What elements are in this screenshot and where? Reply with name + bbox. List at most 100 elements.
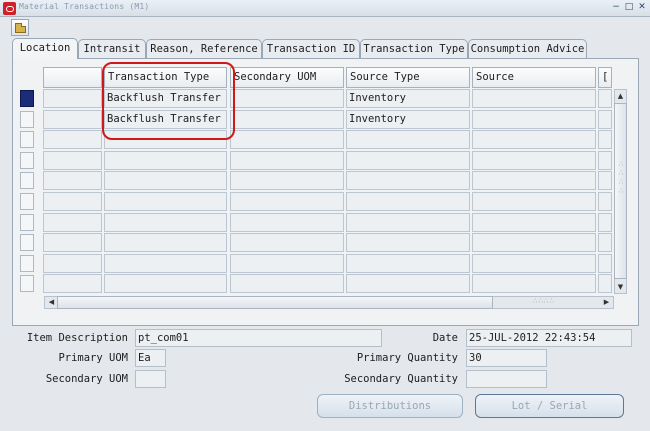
cell-secondary-uom[interactable] [230,130,344,149]
horizontal-scroll-thumb[interactable] [57,296,493,309]
cell-transaction-type[interactable] [104,130,227,149]
cell-secondary-uom[interactable] [230,233,344,252]
cell-source-type[interactable] [346,233,470,252]
distributions-button[interactable]: Distributions [317,394,463,418]
scroll-right-icon[interactable]: ▶ [600,296,613,309]
cell-source[interactable] [472,171,596,190]
cell-col-0[interactable] [43,254,102,273]
cell-transaction-type[interactable] [104,151,227,170]
scroll-up-icon[interactable]: ▲ [614,90,627,103]
cell-source-type[interactable] [346,213,470,232]
cell-transaction-type[interactable]: Backflush Transfer [104,110,227,129]
cell-source-type[interactable] [346,192,470,211]
row-selector[interactable] [20,193,34,210]
cell-source[interactable] [472,89,596,108]
cell-source[interactable] [472,192,596,211]
tab-reason-reference[interactable]: Reason, Reference [146,39,262,58]
tab-consumption-advice[interactable]: Consumption Advice [468,39,587,58]
cell-source[interactable] [472,213,596,232]
row-selector[interactable] [20,152,34,169]
minimize-icon[interactable]: − [610,2,622,14]
cell-source[interactable] [472,130,596,149]
primary-quantity-field[interactable]: 30 [466,349,547,367]
row-selector[interactable] [20,172,34,189]
cell-source-type[interactable] [346,254,470,273]
header-overflow[interactable]: [ [598,67,612,88]
grid-header-blank[interactable] [43,67,102,88]
cell-col-0[interactable] [43,110,102,129]
cell-overflow[interactable] [598,110,612,129]
cell-overflow[interactable] [598,151,612,170]
cell-secondary-uom[interactable] [230,254,344,273]
maximize-icon[interactable]: □ [623,2,635,14]
cell-overflow[interactable] [598,274,612,293]
cell-secondary-uom[interactable] [230,213,344,232]
cell-col-0[interactable] [43,213,102,232]
cell-transaction-type[interactable] [104,171,227,190]
open-folder-button[interactable] [11,19,29,36]
scroll-left-icon[interactable]: ◀ [45,296,58,309]
cell-overflow[interactable] [598,171,612,190]
cell-transaction-type[interactable]: Backflush Transfer [104,89,227,108]
secondary-quantity-field[interactable] [466,370,547,388]
primary-uom-field[interactable]: Ea [135,349,166,367]
cell-source-type[interactable]: Inventory [346,89,470,108]
cell-col-0[interactable] [43,130,102,149]
cell-source[interactable] [472,151,596,170]
horizontal-grip-icon: ∴∴∴∴ [533,297,555,305]
cell-secondary-uom[interactable] [230,89,344,108]
cell-secondary-uom[interactable] [230,151,344,170]
cell-source-type[interactable] [346,151,470,170]
cell-col-0[interactable] [43,89,102,108]
date-field[interactable]: 25-JUL-2012 22:43:54 [466,329,632,347]
tab-intransit[interactable]: Intransit [78,39,146,58]
cell-overflow[interactable] [598,130,612,149]
cell-transaction-type[interactable] [104,274,227,293]
cell-overflow[interactable] [598,233,612,252]
cell-source-type[interactable] [346,130,470,149]
row-selector[interactable] [20,131,34,148]
tab-transaction-type[interactable]: Transaction Type [360,39,468,58]
row-selector[interactable] [20,255,34,272]
header-source[interactable]: Source [472,67,596,88]
cell-secondary-uom[interactable] [230,192,344,211]
cell-secondary-uom[interactable] [230,171,344,190]
row-selector[interactable] [20,111,34,128]
row-selector[interactable] [20,214,34,231]
cell-col-0[interactable] [43,171,102,190]
cell-transaction-type[interactable] [104,192,227,211]
lot-serial-button[interactable]: Lot / Serial [475,394,624,418]
open-folder-icon [15,23,26,33]
cell-col-0[interactable] [43,274,102,293]
header-secondary-uom[interactable]: Secondary UOM [230,67,344,88]
row-selector[interactable] [20,275,34,292]
scroll-down-icon[interactable]: ▼ [614,281,627,294]
cell-secondary-uom[interactable] [230,110,344,129]
cell-transaction-type[interactable] [104,233,227,252]
secondary-uom-field[interactable] [135,370,166,388]
cell-source[interactable] [472,110,596,129]
cell-source-type[interactable] [346,274,470,293]
cell-overflow[interactable] [598,192,612,211]
cell-source-type[interactable] [346,171,470,190]
cell-col-0[interactable] [43,151,102,170]
row-selector[interactable] [20,234,34,251]
cell-transaction-type[interactable] [104,254,227,273]
cell-col-0[interactable] [43,233,102,252]
header-source-type[interactable]: Source Type [346,67,470,88]
cell-overflow[interactable] [598,254,612,273]
cell-overflow[interactable] [598,213,612,232]
cell-source-type[interactable]: Inventory [346,110,470,129]
cell-secondary-uom[interactable] [230,274,344,293]
cell-source[interactable] [472,233,596,252]
close-icon[interactable]: ✕ [636,2,648,14]
cell-source[interactable] [472,274,596,293]
row-selector[interactable] [20,90,34,107]
cell-transaction-type[interactable] [104,213,227,232]
cell-source[interactable] [472,254,596,273]
tab-transaction-id[interactable]: Transaction ID [262,39,360,58]
tab-location[interactable]: Location [12,38,78,59]
cell-overflow[interactable] [598,89,612,108]
header-transaction-type[interactable]: Transaction Type [104,67,227,88]
cell-col-0[interactable] [43,192,102,211]
